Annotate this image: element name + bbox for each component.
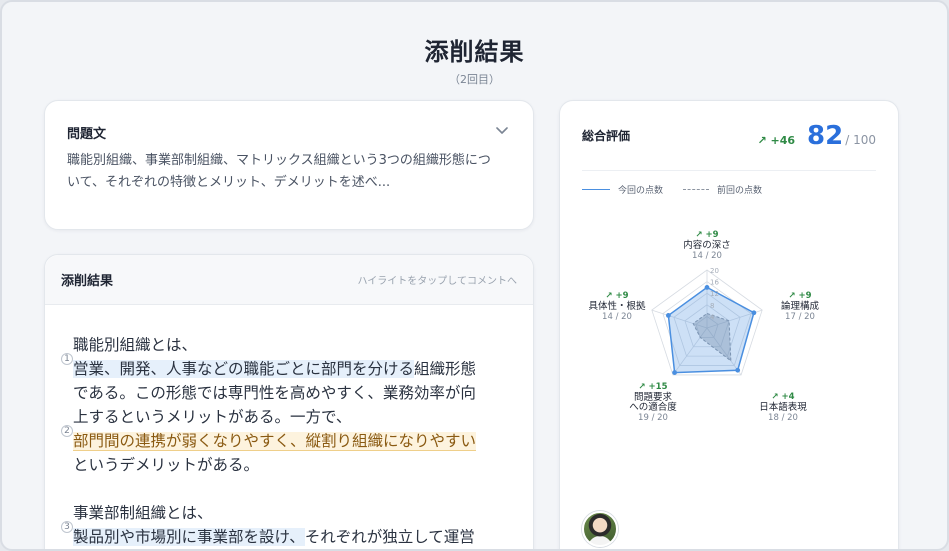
radar-axis-label: への適合度 <box>629 401 677 413</box>
score-label: 総合評価 <box>582 129 631 143</box>
highlight-marker[interactable]: 3 <box>61 521 73 533</box>
highlight-3[interactable]: 製品別や市場別に事業部を設け、 <box>73 528 305 546</box>
app-window: 添削結果 （2回目） 問題文 職能別組織、事業部制組織、マトリックス組織という3… <box>0 0 949 551</box>
radar-axis-delta: ↗ +9 <box>788 291 811 301</box>
radar-chart: 48121620↗ +9内容の深さ14 / 20↗ +9論理構成17 / 20↗… <box>588 230 820 423</box>
legend-current-label: 今回の点数 <box>618 186 664 196</box>
highlight-1[interactable]: 営業、開発、人事などの職能ごとに部門を分ける <box>73 360 415 378</box>
radar-tick-label: 16 <box>710 279 719 287</box>
essay-line: 事業部制組織とは、 <box>73 504 213 522</box>
essay-line: 1 営業、開発、人事などの職能ごとに部門を分ける組織形態 <box>61 353 505 381</box>
essay-line: 職能別組織とは、 <box>73 336 198 354</box>
radar-tick-label: 12 <box>710 290 719 298</box>
radar-axis-score: 17 / 20 <box>785 312 815 322</box>
radar-current-point <box>672 370 678 375</box>
page-subtitle: （2回目） <box>449 73 500 86</box>
radar-current-point <box>704 285 710 290</box>
result-hint: ハイライトをタップしてコメントへ <box>357 276 518 287</box>
radar-current-point <box>665 313 671 318</box>
legend-previous-label: 前回の点数 <box>717 186 763 196</box>
essay-line: というデメリットがある。 <box>73 456 260 474</box>
highlight-marker[interactable]: 2 <box>61 425 73 437</box>
chart-legend: 今回の点数 前回の点数 <box>582 183 876 196</box>
radar-axis-delta: ↗ +9 <box>605 291 628 301</box>
highlight-2[interactable]: 部門間の連携が弱くなりやすく、縦割り組織になりやすい <box>73 432 477 451</box>
radar-current-point <box>735 367 741 373</box>
radar-axis-delta: ↗ +15 <box>638 382 667 392</box>
essay-line: 上するというメリットがある。一方で、 <box>73 408 352 426</box>
radar-axis-delta: ↗ +9 <box>695 230 718 240</box>
page-header: 添削結果 （2回目） <box>2 32 947 87</box>
radar-axis-score: 18 / 20 <box>768 413 798 423</box>
highlight-marker[interactable]: 1 <box>61 353 73 365</box>
radar-tick-label: 20 <box>710 267 719 275</box>
page-title: 添削結果 <box>424 38 525 66</box>
result-card: 添削結果 ハイライトをタップしてコメントへ 職能別組織とは、 1 営業、開発、人事… <box>44 254 534 549</box>
score-delta: ↗ +46 <box>757 133 796 147</box>
radar-tick-label: 8 <box>710 302 714 310</box>
essay-line: 3 製品別や市場別に事業部を設け、それぞれが独立して運営 <box>61 521 505 549</box>
score-value-group: ↗ +46 82 / 100 <box>757 121 876 151</box>
result-title: 添削結果 <box>61 274 114 289</box>
legend-current-swatch <box>582 189 610 190</box>
radar-axis-score: 19 / 20 <box>638 413 668 423</box>
question-card[interactable]: 問題文 職能別組織、事業部制組織、マトリックス組織という3つの組織形態について、… <box>44 100 534 230</box>
avatar[interactable] <box>582 511 618 547</box>
chevron-down-icon[interactable] <box>495 123 509 137</box>
score-max: / 100 <box>845 132 876 147</box>
essay-line: 2 部門間の連携が弱くなりやすく、縦割り組織になりやすい <box>61 425 505 453</box>
essay-text: 組織形態 <box>414 360 477 378</box>
radar-current-point <box>751 310 757 316</box>
score-card: 総合評価 ↗ +46 82 / 100 今回の点数 前回の点数 4 8 12 16 20… <box>559 100 899 549</box>
score-value: 82 <box>807 120 844 151</box>
question-label: 問題文 <box>67 127 107 142</box>
essay-text: それぞれが独立して運営 <box>304 528 475 546</box>
question-text: 職能別組織、事業部制組織、マトリックス組織という3つの組織形態について、それぞれ… <box>67 153 491 190</box>
radar-tick-label: 4 <box>710 313 715 321</box>
radar-axis-score: 14 / 20 <box>692 251 722 261</box>
essay-line: である。この形態では専門性を高めやすく、業務効率が向 <box>73 384 476 402</box>
radar-axis-label: 論理構成 <box>781 300 820 312</box>
radar-axis-label: 内容の深さ <box>683 239 731 251</box>
score-summary: 総合評価 ↗ +46 82 / 100 <box>582 101 876 171</box>
radar-axis-score: 14 / 20 <box>602 312 632 322</box>
legend-previous-swatch <box>683 189 710 190</box>
essay-body: 職能別組織とは、 1 営業、開発、人事などの職能ごとに部門を分ける組織形態 である… <box>45 305 533 549</box>
radar-axis-delta: ↗ +4 <box>771 392 794 402</box>
radar-axis-label: 具体性・根拠 <box>588 300 646 312</box>
radar-axis-label: 日本語表現 <box>759 401 807 413</box>
result-header: 添削結果 ハイライトをタップしてコメントへ <box>45 255 533 305</box>
